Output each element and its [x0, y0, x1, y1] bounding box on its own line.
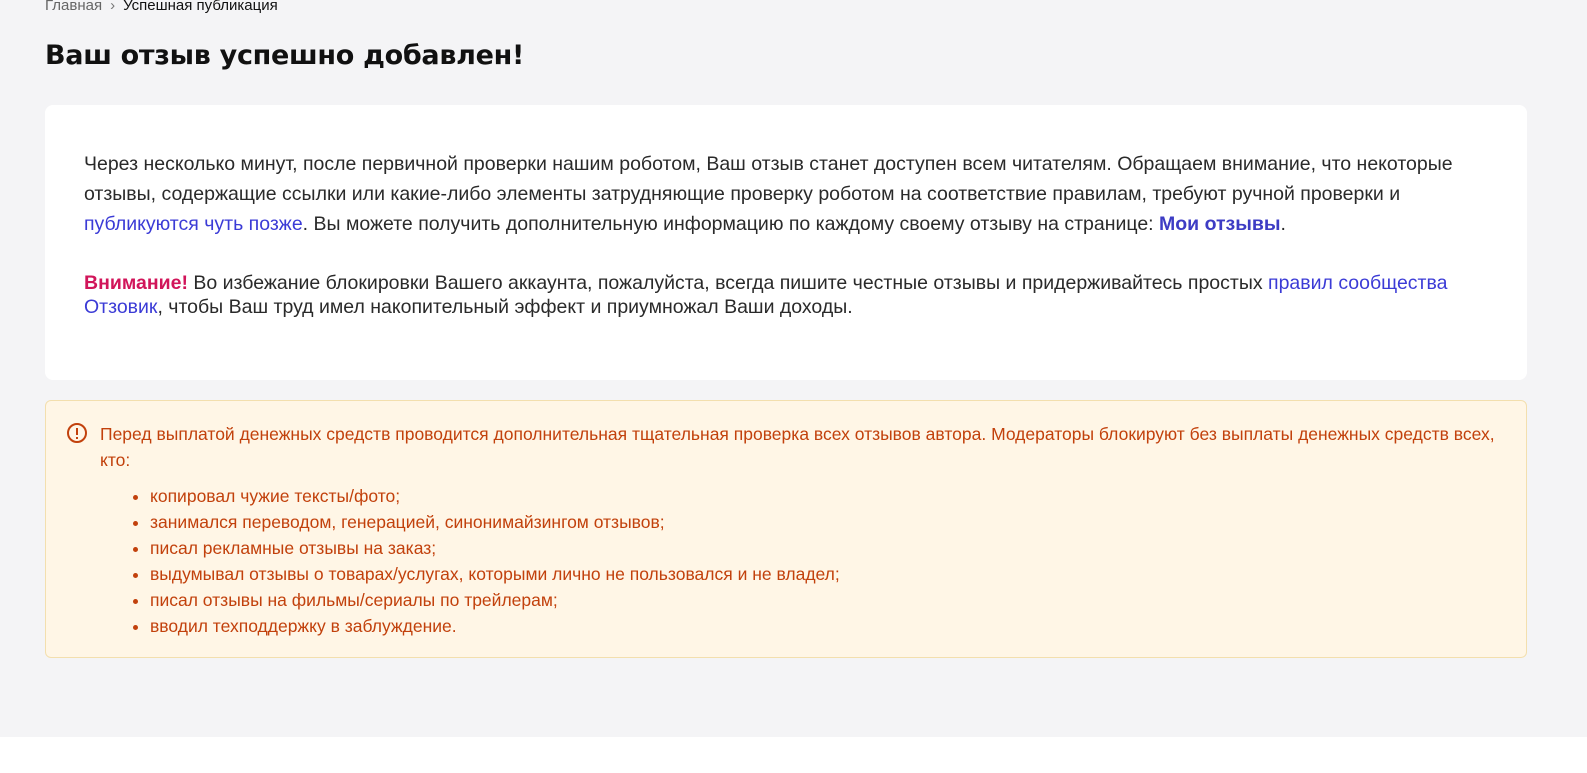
list-item: копировал чужие тексты/фото; [150, 483, 1506, 509]
breadcrumb-separator: › [110, 0, 116, 14]
warning-paragraph: Внимание! Во избежание блокировки Вашего… [84, 271, 1488, 319]
list-item: занимался переводом, генерацией, синоним… [150, 509, 1506, 535]
warning-label: Внимание! [84, 272, 188, 294]
success-card: Через несколько минут, после первичной п… [45, 105, 1527, 380]
warning-text-1: Во избежание блокировки Вашего аккаунта,… [187, 272, 1269, 294]
published-later-link[interactable]: публикуются чуть позже [84, 213, 303, 235]
my-reviews-link[interactable]: Мои отзывы [1159, 213, 1281, 235]
exclamation-circle-icon [67, 423, 87, 443]
info-text-1: Через несколько минут, после первичной п… [84, 153, 1453, 205]
info-text-3: . [1280, 213, 1286, 235]
warning-text-2: , чтобы Ваш труд имел накопительный эффе… [157, 296, 853, 318]
list-item: вводил техподдержку в заблуждение. [150, 613, 1506, 639]
list-item: выдумывал отзывы о товарах/услугах, кото… [150, 561, 1506, 587]
info-text-2: . Вы можете получить дополнительную инфо… [302, 213, 1160, 235]
breadcrumb: Главная › Успешная публикация [45, 0, 278, 16]
page-title: Ваш отзыв успешно добавлен! [45, 40, 524, 71]
breadcrumb-current: Успешная публикация [123, 0, 278, 14]
violations-list: копировал чужие тексты/фото; занимался п… [100, 483, 1506, 639]
list-item: писал рекламные отзывы на заказ; [150, 535, 1506, 561]
page: Главная › Успешная публикация Ваш отзыв ус… [0, 0, 1587, 737]
info-paragraph: Через несколько минут, после первичной п… [84, 149, 1488, 239]
list-item: писал отзывы на фильмы/сериалы по трейле… [150, 587, 1506, 613]
breadcrumb-home-link[interactable]: Главная [45, 0, 102, 14]
payout-notice: Перед выплатой денежных средств проводит… [45, 400, 1527, 658]
notice-lead: Перед выплатой денежных средств проводит… [100, 424, 1495, 470]
